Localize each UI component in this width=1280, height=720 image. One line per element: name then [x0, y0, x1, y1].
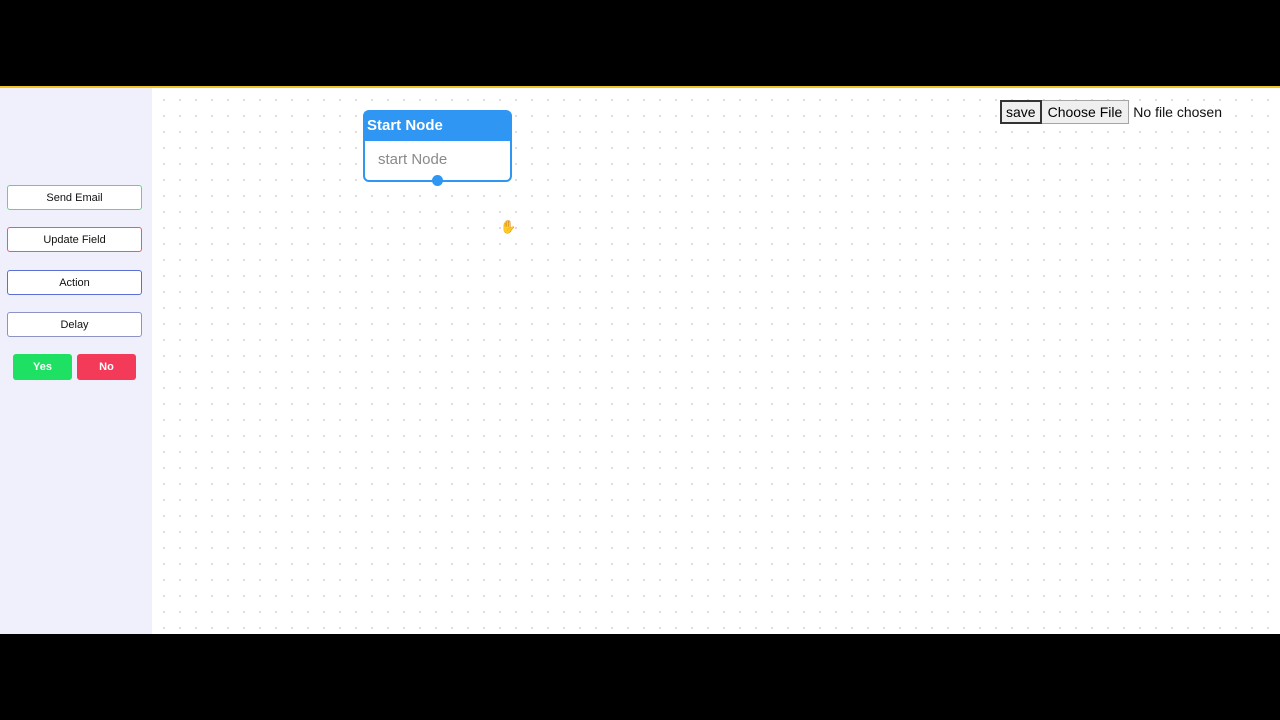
toolbar: save Choose File No file chosen — [1000, 100, 1222, 124]
start-node[interactable]: Start Node start Node — [363, 110, 512, 186]
node-palette-sidebar: Send Email Update Field Action Delay Yes… — [0, 88, 152, 634]
workflow-builder: Send Email Update Field Action Delay Yes… — [0, 86, 1280, 634]
start-node-label: start Node — [378, 151, 448, 168]
send-email-button[interactable]: Send Email — [7, 185, 142, 210]
letterbox-bottom — [0, 634, 1280, 720]
letterbox-top — [0, 0, 1280, 86]
choose-file-button[interactable]: Choose File — [1041, 100, 1130, 124]
action-button[interactable]: Action — [7, 270, 142, 295]
no-button[interactable]: No — [77, 354, 136, 380]
hand-grab-icon: ✋ — [500, 219, 517, 234]
update-field-button[interactable]: Update Field — [7, 227, 142, 252]
start-node-output-handle[interactable] — [432, 175, 443, 186]
yes-button[interactable]: Yes — [13, 354, 72, 380]
save-button[interactable]: save — [1000, 100, 1042, 124]
start-node-title: Start Node — [365, 112, 510, 141]
delay-button[interactable]: Delay — [7, 312, 142, 337]
flow-canvas[interactable]: Start Node start Node ✋ save Choose File… — [152, 88, 1280, 634]
file-status-text: No file chosen — [1133, 104, 1222, 120]
